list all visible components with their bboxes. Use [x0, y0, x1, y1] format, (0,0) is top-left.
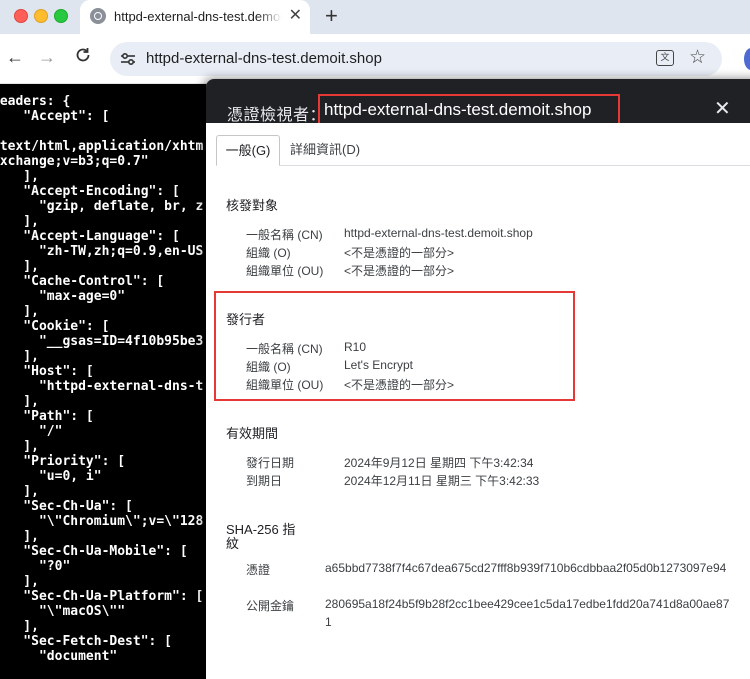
validity-heading: 有效期間 — [226, 426, 279, 441]
reload-icon[interactable] — [74, 46, 92, 69]
profile-avatar[interactable] — [744, 48, 750, 70]
browser-tab[interactable]: httpd-external-dns-test.demoit.shop ✕ — [80, 0, 310, 34]
issued-to-ou-value: <不是憑證的一部分> — [344, 264, 455, 278]
pubkey-fingerprint-label: 公開金鑰 — [246, 599, 295, 613]
tab-general[interactable]: 一般(G) — [216, 135, 280, 166]
issued-to-ou-label: 組織單位 (OU) — [246, 264, 324, 278]
browser-toolbar: ← → httpd-external-dns-test.demoit.shop … — [0, 34, 750, 84]
new-tab-button[interactable]: + — [325, 4, 338, 28]
window-minimize-button[interactable] — [34, 9, 48, 23]
window-close-button[interactable] — [14, 9, 28, 23]
dialog-tabs: 一般(G) 詳細資訊(D) — [216, 135, 750, 166]
issued-by-cn-value: R10 — [344, 340, 367, 354]
expires-on-label: 到期日 — [246, 474, 283, 488]
url-text[interactable]: httpd-external-dns-test.demoit.shop — [146, 50, 382, 67]
issued-on-label: 發行日期 — [246, 456, 295, 470]
globe-icon — [90, 8, 106, 24]
fingerprints-heading-line2: 紋 — [226, 536, 240, 551]
issued-to-o-value: <不是憑證的一部分> — [344, 246, 455, 260]
issued-by-ou-label: 組織單位 (OU) — [246, 378, 324, 392]
certificate-viewer-dialog: 憑證檢視者： httpd-external-dns-test.demoit.sh… — [206, 79, 750, 679]
forward-arrow-icon[interactable]: → — [38, 46, 56, 68]
address-bar[interactable]: httpd-external-dns-test.demoit.shop 文 ☆ — [110, 42, 722, 76]
json-dump-text: headers: { "Accept": [ 'text/html,applic… — [0, 94, 204, 664]
close-tab-icon[interactable]: ✕ — [289, 6, 302, 26]
expires-on-value: 2024年12月11日 星期三 下午3:42:33 — [344, 474, 540, 488]
tab-details[interactable]: 詳細資訊(D) — [290, 135, 360, 164]
tab-title: httpd-external-dns-test.demoit.shop — [114, 9, 282, 24]
issued-by-o-value: Let's Encrypt — [344, 358, 413, 372]
dialog-body: 一般(G) 詳細資訊(D) 核發對象 一般名稱 (CN) httpd-exter… — [206, 123, 750, 679]
dialog-title-prefix: 憑證檢視者： — [227, 107, 327, 124]
back-arrow-icon[interactable]: ← — [6, 46, 24, 68]
cert-fingerprint-value: a65bbd7738f7f4c67dea675cd27fff8b939f710b… — [325, 561, 727, 575]
issued-to-o-label: 組織 (O) — [246, 246, 291, 260]
issued-by-cn-label: 一般名稱 (CN) — [246, 342, 323, 356]
close-icon[interactable]: ✕ — [714, 99, 731, 119]
issued-by-heading: 發行者 — [226, 312, 266, 327]
page-content: headers: { "Accept": [ 'text/html,applic… — [0, 84, 215, 668]
window-zoom-button[interactable] — [54, 9, 68, 23]
pubkey-fingerprint-value: 280695a18f24b5f9b28f2cc1bee429cee1c5da17… — [325, 597, 730, 629]
issued-on-value: 2024年9月12日 星期四 下午3:42:34 — [344, 456, 534, 470]
issued-by-o-label: 組織 (O) — [246, 360, 291, 374]
cert-fingerprint-label: 憑證 — [246, 563, 271, 577]
issued-to-cn-label: 一般名稱 (CN) — [246, 228, 323, 242]
issued-to-heading: 核發對象 — [226, 198, 279, 213]
browser-tab-bar: httpd-external-dns-test.demoit.shop ✕ + — [0, 0, 750, 34]
dialog-header: 憑證檢視者： httpd-external-dns-test.demoit.sh… — [206, 79, 750, 126]
issued-to-cn-value: httpd-external-dns-test.demoit.shop — [344, 226, 533, 240]
site-info-icon[interactable] — [119, 50, 137, 68]
translate-icon[interactable]: 文 — [656, 50, 674, 66]
dialog-title-host: httpd-external-dns-test.demoit.shop — [318, 94, 620, 126]
issued-by-ou-value: <不是憑證的一部分> — [344, 378, 455, 392]
bookmark-star-icon[interactable]: ☆ — [689, 47, 706, 69]
